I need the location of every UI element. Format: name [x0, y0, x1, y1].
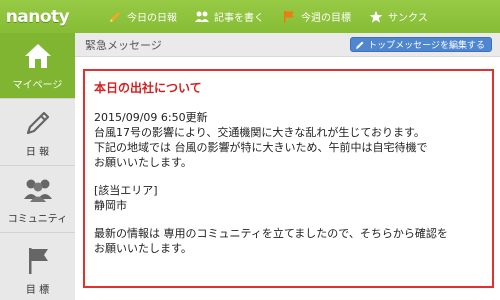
message-line: お願いいたします。: [94, 242, 192, 255]
top-nav: 今日の日報 記事を書く 今週の目標 サンクス: [107, 9, 445, 25]
flag-icon: [281, 9, 297, 25]
message-line: 台風17号の影響により、交通機関に大きな乱れが生じております。: [94, 126, 425, 139]
sidebar-item-report[interactable]: 日 報: [0, 99, 75, 166]
message-line: [該当エリア]: [94, 184, 158, 197]
nav-today-report[interactable]: 今日の日報: [107, 9, 177, 25]
message-title: 本日の出社について: [94, 81, 202, 95]
nav-label: 今日の日報: [127, 13, 177, 24]
star-icon: [368, 9, 384, 25]
home-icon: [21, 40, 55, 72]
sidebar-item-community[interactable]: コミュニティ: [0, 166, 75, 233]
people-icon: [21, 174, 55, 206]
sidebar-item-goal[interactable]: 目 標: [0, 233, 75, 300]
sidebar: マイページ 日 報 コミュニティ 目 標: [0, 33, 75, 300]
sidebar-item-mypage[interactable]: マイページ: [0, 33, 75, 99]
sidebar-item-label: 日 報: [25, 146, 50, 158]
edit-top-message-button[interactable]: トップメッセージを編集する: [350, 37, 492, 52]
nav-label: 今週の目標: [301, 13, 351, 24]
flag-icon: [21, 245, 55, 277]
message-line: 下記の地域では 台風の影響が特に大きいため、午前中は自宅待機で: [94, 141, 428, 154]
message-line: 2015/09/09 6:50更新: [94, 111, 208, 124]
message-line: お願いいたします。: [94, 156, 192, 169]
message-line: 静岡市: [94, 199, 127, 212]
pencil-icon: [107, 9, 123, 25]
people-icon: [194, 9, 210, 25]
edit-button-label: トップメッセージを編集する: [368, 41, 485, 51]
nav-label: サンクス: [388, 13, 428, 24]
pencil-icon: [21, 107, 55, 139]
nav-write-article[interactable]: 記事を書く: [194, 9, 264, 25]
nav-weekly-goal[interactable]: 今週の目標: [281, 9, 351, 25]
sidebar-item-label: 目 標: [25, 285, 50, 296]
app-logo[interactable]: nanoty: [0, 0, 75, 33]
section-title: 緊急メッセージ: [85, 38, 162, 52]
edit-icon: [355, 40, 365, 50]
top-bar: nanoty 今日の日報 記事を書く 今週の目標 サンクス: [0, 0, 500, 33]
urgent-message-box: 本日の出社について 2015/09/09 6:50更新 台風17号の影響により、…: [83, 69, 494, 288]
nav-label: 記事を書く: [214, 13, 264, 24]
nav-thanks[interactable]: サンクス: [368, 9, 428, 25]
sidebar-item-label: コミュニティ: [7, 213, 68, 225]
section-header: 緊急メッセージ トップメッセージを編集する: [75, 33, 500, 57]
message-line: 最新の情報は 専用のコミュニティを立てましたので、そちらから確認を: [94, 227, 448, 240]
sidebar-item-label: マイページ: [12, 80, 63, 91]
